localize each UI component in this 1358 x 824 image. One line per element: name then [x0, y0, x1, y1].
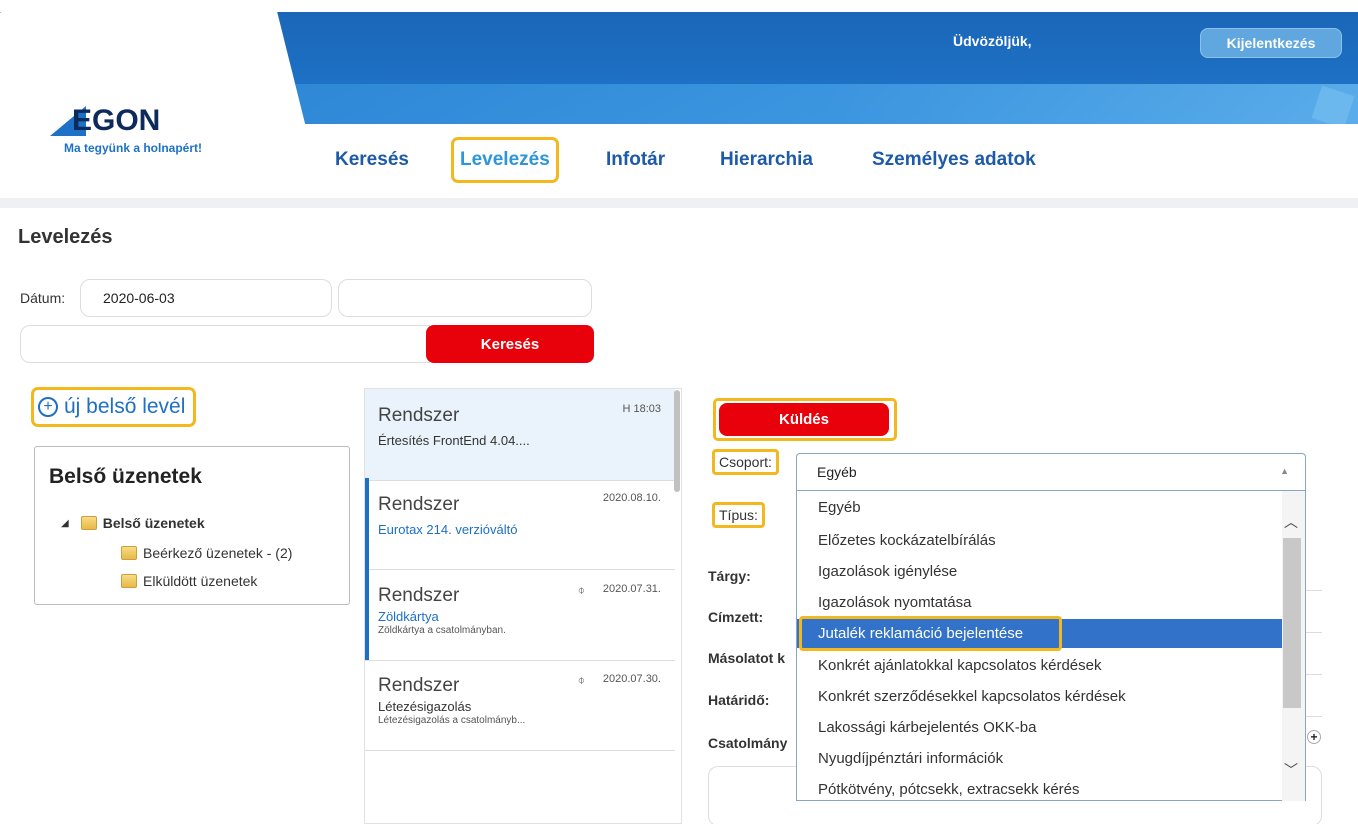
dropdown-scrollbar-thumb[interactable] — [1283, 538, 1301, 708]
add-attachment-icon[interactable]: + — [1307, 730, 1321, 744]
message-preview: Létezésigazolás a csatolmányb... — [378, 715, 526, 726]
message-sender: Rendszer — [378, 405, 460, 426]
subject-label: Tárgy: — [708, 568, 751, 584]
nav-item-search[interactable]: Keresés — [335, 140, 409, 180]
tree-item-root-label: Belső üzenetek — [102, 515, 205, 531]
dropdown-option[interactable]: Nyugdíjpénztári információk — [797, 744, 1283, 773]
tree-item-sent[interactable]: Elküldött üzenetek — [121, 571, 257, 591]
recipient-label: Címzett: — [708, 609, 764, 625]
nav-item-personal-data[interactable]: Személyes adatok — [872, 140, 1036, 180]
tree-title: Belső üzenetek — [49, 465, 202, 488]
cc-label: Másolatot k — [708, 650, 786, 666]
dropdown-option[interactable]: Igazolások nyomtatása — [797, 588, 1283, 617]
message-list-scrollbar[interactable] — [674, 390, 680, 492]
date-from-input[interactable]: 2020-06-03 — [80, 279, 332, 317]
message-preview: Zöldkártya a csatolmányban. — [378, 625, 506, 636]
group-select-value: Egyéb — [817, 464, 857, 480]
message-date: H 18:03 — [622, 403, 661, 415]
folder-icon — [121, 574, 137, 588]
dropdown-option[interactable]: Lakossági kárbejelentés OKK-ba — [797, 713, 1283, 742]
list-item[interactable]: Rendszer 2020.08.10. Eurotax 214. verzió… — [365, 478, 675, 570]
message-list: Rendszer H 18:03 Értesítés FrontEnd 4.04… — [364, 388, 682, 824]
message-sender: Rendszer — [378, 494, 460, 515]
plus-circle-icon: + — [38, 397, 58, 417]
dropdown-option[interactable]: Konkrét szerződésekkel kapcsolatos kérdé… — [797, 682, 1283, 711]
dropdown-option[interactable]: Igazolások igénylése — [797, 557, 1283, 586]
header-divider — [0, 198, 1358, 208]
message-date: 2020.07.31. — [602, 583, 661, 595]
group-label: Csoport: — [712, 449, 779, 475]
nav-item-hierarchy[interactable]: Hierarchia — [720, 140, 813, 180]
search-input[interactable] — [20, 325, 430, 363]
tree-item-root[interactable]: ◢ Belső üzenetek — [61, 513, 205, 533]
search-button[interactable]: Keresés — [426, 325, 594, 363]
tree-item-sent-label: Elküldött üzenetek — [143, 573, 258, 589]
message-date: 2020.08.10. — [602, 492, 661, 504]
message-subject: Létezésigazolás — [378, 699, 472, 714]
message-subject: Eurotax 214. verzióváltó — [378, 522, 518, 537]
folder-tree-panel: Belső üzenetek ◢ Belső üzenetek Beérkező… — [34, 446, 350, 605]
type-label: Típus: — [712, 502, 765, 528]
list-item[interactable]: Rendszer ⌽ 2020.07.30. Létezésigazolás L… — [365, 659, 675, 751]
paperclip-icon: ⌽ — [577, 583, 585, 597]
option-highlight — [799, 616, 1062, 651]
date-to-input[interactable] — [338, 279, 592, 317]
message-sender: Rendszer — [378, 585, 460, 606]
list-item[interactable] — [365, 749, 675, 823]
unread-indicator — [365, 478, 369, 569]
new-internal-letter-button[interactable]: + új belső levél — [30, 387, 197, 427]
folder-icon — [80, 516, 97, 530]
welcome-text: Üdvözöljük, — [953, 33, 1032, 49]
message-subject: Értesítés FrontEnd 4.04.... — [378, 433, 530, 448]
message-sender: Rendszer — [378, 675, 460, 696]
send-highlight — [713, 398, 897, 441]
attachment-label: Csatolmány — [708, 735, 788, 751]
nav-item-infotar[interactable]: Infotár — [606, 140, 665, 180]
new-letter-label: új belső levél — [64, 395, 186, 418]
deadline-label: Határidő: — [708, 692, 770, 708]
logo-text: EGON — [72, 104, 161, 137]
tree-item-inbox[interactable]: Beérkező üzenetek - (2) — [121, 543, 292, 563]
page-title: Levelezés — [18, 226, 113, 248]
message-date: 2020.07.30. — [602, 673, 661, 685]
message-subject: Zöldkártya — [378, 609, 439, 624]
tree-item-inbox-label: Beérkező üzenetek - (2) — [143, 545, 293, 561]
logo-tagline: Ma tegyünk a holnapért! — [64, 141, 203, 155]
folder-icon — [121, 546, 137, 560]
scroll-down-icon[interactable]: ﹀ — [1284, 760, 1298, 780]
paperclip-icon: ⌽ — [577, 673, 585, 687]
header: EGON Ma tegyünk a holnapért! Üdvözöljük,… — [0, 0, 1358, 208]
dropdown-option[interactable]: Előzetes kockázatelbírálás — [797, 526, 1283, 555]
list-item[interactable]: Rendszer H 18:03 Értesítés FrontEnd 4.04… — [365, 389, 675, 481]
list-item[interactable]: Rendszer ⌽ 2020.07.31. Zöldkártya Zöldká… — [365, 569, 675, 661]
scroll-up-icon[interactable]: ︿ — [1284, 512, 1298, 532]
dropdown-option[interactable]: Egyéb — [797, 493, 1283, 522]
dropdown-option[interactable]: Pótkötvény, pótcsekk, extracsekk kérés — [797, 775, 1283, 800]
date-label: Dátum: — [20, 290, 66, 306]
collapse-triangle-icon[interactable]: ◢ — [61, 518, 69, 529]
aegon-logo[interactable]: EGON Ma tegyünk a holnapért! — [50, 104, 290, 164]
dropdown-option[interactable]: Konkrét ajánlatokkal kapcsolatos kérdése… — [797, 651, 1283, 680]
group-select[interactable]: Egyéb ▲ — [796, 453, 1306, 491]
chevron-up-icon: ▲ — [1280, 466, 1289, 476]
logout-button[interactable]: Kijelentkezés — [1200, 28, 1342, 58]
nav-item-mail[interactable]: Levelezés — [451, 137, 559, 183]
unread-indicator — [365, 569, 369, 660]
